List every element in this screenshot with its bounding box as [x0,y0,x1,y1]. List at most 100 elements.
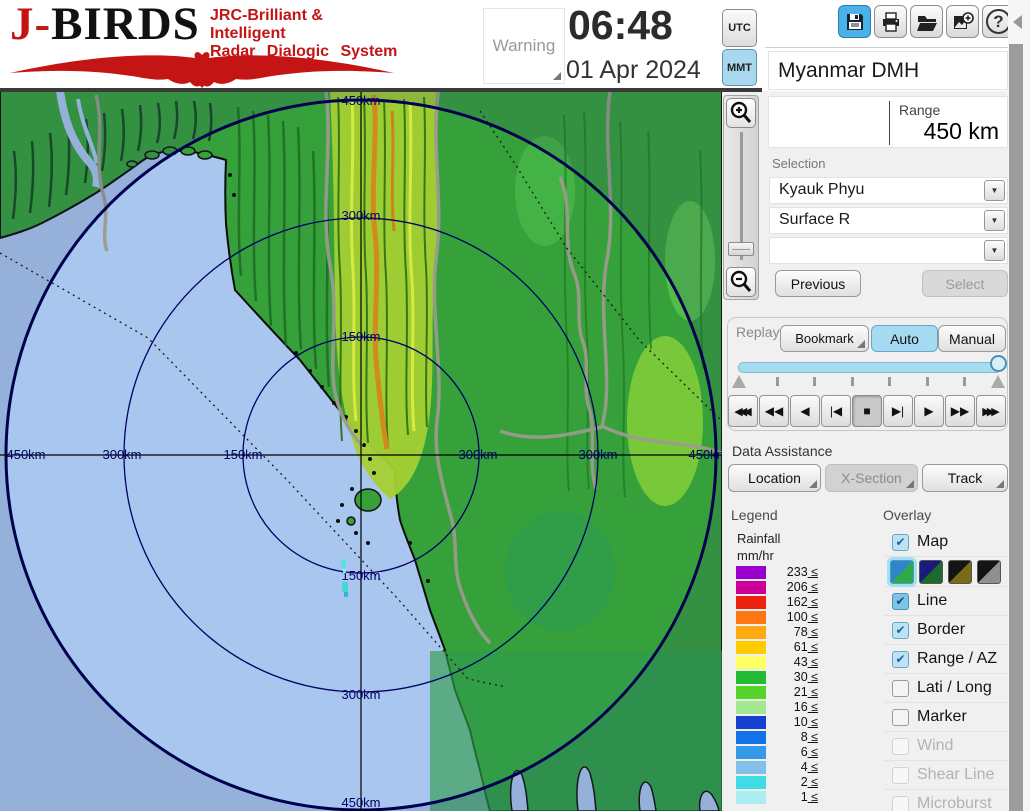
save-button[interactable] [838,5,871,38]
zoom-in-magnifier-icon [729,101,753,125]
overlay-item-microburst: Microburst [884,790,1008,811]
checkbox-icon[interactable] [892,680,909,697]
legend-value: 4 ≤ [768,760,818,774]
plains-patch [505,511,615,631]
slider-end-marker[interactable] [991,375,1005,388]
location-label: Location [748,470,801,486]
bookmark-label: Bookmark [795,331,854,346]
logo-subtitle-line1: JRC-Brilliant & Intelligent [210,7,398,43]
legend-entry: 6 ≤ [736,746,836,759]
utc-label: UTC [728,22,751,34]
clock-date: 01 Apr 2024 [566,56,741,85]
station-name: Myanmar DMH [778,59,919,83]
play-button[interactable]: ▶ [914,395,944,427]
overlay-item-line[interactable]: ✔Line [884,587,1008,616]
radar-map-view[interactable]: 450km 300km 150km 150km 300km 450km 450k… [0,91,722,811]
timezone-mmt-button[interactable]: MMT [722,49,757,86]
timezone-utc-button[interactable]: UTC [722,9,757,47]
fast-rewind-button[interactable]: ◀◀ [759,395,789,427]
station-dropdown[interactable]: Kyauk Phyu ▼ [769,177,1008,204]
logo-title-birds: BIRDS [51,0,200,50]
jump-start-button[interactable]: ◀◀◀ [728,395,758,427]
legend-entry: 2 ≤ [736,776,836,789]
ring-label: 300km [341,208,380,223]
option-dropdown[interactable]: ▼ [769,237,1008,264]
play-reverse-button[interactable]: ◀ [790,395,820,427]
overlay-item-border[interactable]: ✔Border [884,616,1008,645]
zoom-slider-track[interactable] [740,132,743,260]
legend-value: 8 ≤ [768,730,818,744]
replay-label: Replay [736,324,780,340]
overlay-item-range-az[interactable]: ✔Range / AZ [884,645,1008,674]
stop-button[interactable]: ■ [852,395,882,427]
bookmark-button[interactable]: Bookmark [780,325,869,352]
track-button[interactable]: Track [922,464,1008,492]
fast-forward-button[interactable]: ▶▶ [945,395,975,427]
slider-tick [776,377,779,386]
open-folder-button[interactable] [910,5,943,38]
legend-entry: 43 ≤ [736,656,836,669]
legend-color-swatch [736,671,766,684]
legend-value: 2 ≤ [768,775,818,789]
checkbox-checked-icon[interactable]: ✔ [892,534,909,551]
checkbox-checked-icon[interactable]: ✔ [892,593,909,610]
map-style-swatch-3[interactable] [948,560,972,584]
overlay-item-map[interactable]: ✔Map [884,528,1008,557]
zoom-in-button[interactable] [726,98,756,128]
slider-start-marker[interactable] [732,375,746,388]
print-button[interactable] [874,5,907,38]
step-forward-button[interactable]: ▶| [883,395,913,427]
replay-slider-track[interactable] [738,362,1001,373]
legend-color-swatch [736,701,766,714]
checkbox-checked-icon[interactable]: ✔ [892,622,909,639]
rain-echo [341,559,346,568]
manual-mode-button[interactable]: Manual [938,325,1006,352]
auto-mode-button[interactable]: Auto [871,325,938,352]
map-style-swatch-4[interactable] [977,560,1001,584]
legend-color-swatch [736,641,766,654]
rain-echo [344,592,348,597]
warning-button[interactable]: Warning [483,8,565,84]
overlay-item-wind: Wind [884,732,1008,761]
replay-slider-thumb[interactable] [990,355,1007,372]
select-button[interactable]: Select [922,270,1008,297]
selection-label: Selection [772,156,825,171]
overlay-item-marker[interactable]: Marker [884,703,1008,732]
add-image-icon [952,11,974,33]
ring-label: 150km [223,447,262,462]
mountain-ridge-orange-2 [392,111,394,231]
product-dropdown[interactable]: Surface R ▼ [769,207,1008,234]
zoom-out-button[interactable] [726,267,756,297]
step-back-button[interactable]: |◀ [821,395,851,427]
panel-scrollbar[interactable] [1009,44,1023,811]
checkbox-icon[interactable] [892,709,909,726]
zoom-slider-thumb[interactable] [728,242,754,256]
chevron-down-icon[interactable]: ▼ [984,180,1005,201]
map-style-swatch-2[interactable] [919,560,943,584]
ring-label: 300km [341,687,380,702]
overlay-item-label: Wind [917,737,953,755]
overlay-item-lati-long[interactable]: Lati / Long [884,674,1008,703]
ring-label: 450km [688,447,722,462]
legend-title: Rainfall mm/hr [737,530,780,564]
ring-label: 300km [102,447,141,462]
previous-button[interactable]: Previous [775,270,861,297]
checkbox-icon [892,796,909,811]
overlay-item-shear-line: Shear Line [884,761,1008,790]
location-button[interactable]: Location [728,464,821,492]
ring-label: 300km [458,447,497,462]
jump-end-button[interactable]: ▶▶▶ [976,395,1006,427]
checkbox-checked-icon[interactable]: ✔ [892,651,909,668]
map-style-swatch-1[interactable] [890,560,914,584]
legend-entry: 100 ≤ [736,611,836,624]
replay-slider-ticks [728,375,1009,389]
ring-label: 300km [578,447,617,462]
header-divider [0,88,762,92]
chevron-down-icon[interactable]: ▼ [984,210,1005,231]
legend-value: 206 ≤ [768,580,818,594]
legend-section-label: Legend [731,507,778,523]
chevron-down-icon[interactable]: ▼ [984,240,1005,261]
radar-map-svg: 450km 300km 150km 150km 300km 450km 450k… [0,91,722,811]
collapse-arrow-icon[interactable] [1013,15,1022,29]
add-image-button[interactable] [946,5,979,38]
